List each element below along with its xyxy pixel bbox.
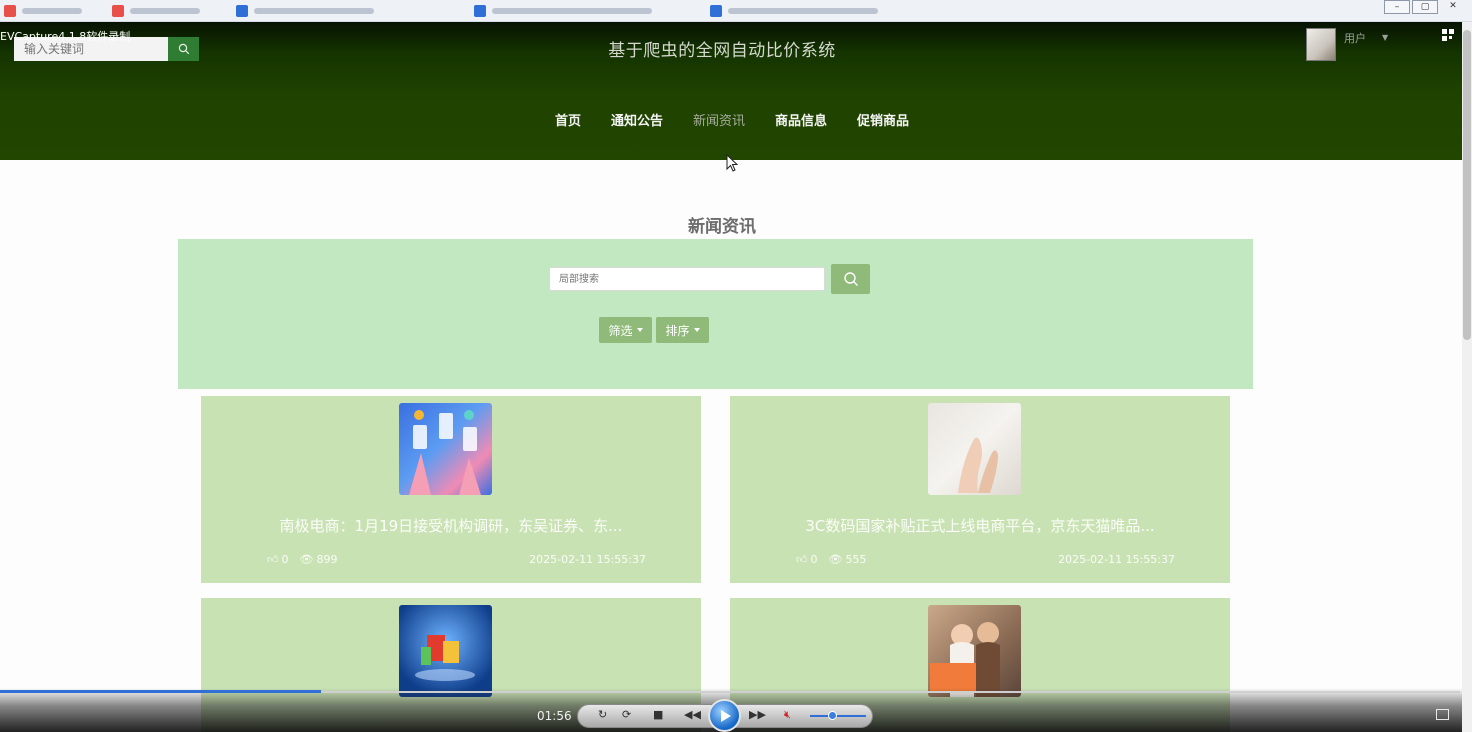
couple-shopping-image [928, 605, 1021, 697]
minimize-button[interactable]: – [1384, 0, 1410, 14]
views-count: 555 [845, 553, 867, 566]
user-menu-label[interactable]: 用户 [1344, 30, 1366, 46]
play-button[interactable] [708, 699, 741, 732]
thumbs-up-icon[interactable]: 👍︎ [267, 553, 279, 566]
thumbs-up-icon[interactable]: 👍︎ [796, 553, 808, 566]
card-date: 2025-02-11 15:55:37 [529, 553, 646, 566]
local-search-input[interactable] [549, 267, 825, 291]
filter-label: 筛选 [608, 323, 633, 338]
phones-hands-image [399, 403, 492, 495]
os-taskbar-strip: – ▢ ✕ [0, 0, 1472, 22]
os-tab-doc-1[interactable] [112, 4, 200, 18]
os-tab-doc-4[interactable] [710, 4, 878, 18]
nav-promotions[interactable]: 促销商品 [857, 110, 909, 129]
likes-count: 0 [810, 553, 818, 566]
grid-menu-icon[interactable] [1442, 29, 1454, 41]
filter-dropdown-button[interactable]: 筛选 [599, 317, 652, 343]
news-card[interactable]: 3C数码国家补贴正式上线电商平台，京东天猫唯品... 👍︎ 0 👁︎ 555 202… [730, 396, 1230, 583]
repeat-icon[interactable]: ⟳ [622, 708, 631, 721]
search-icon [843, 272, 858, 286]
news-card[interactable]: 南极电商：1月19日接受机构调研，东吴证券、东... 👍︎ 0 👁︎ 899 202… [201, 396, 701, 583]
search-panel [178, 239, 1253, 389]
nav-notices[interactable]: 通知公告 [611, 110, 663, 129]
fast-forward-icon[interactable]: ▶▶ [749, 708, 766, 721]
likes-count: 0 [281, 553, 289, 566]
nav-products[interactable]: 商品信息 [775, 110, 827, 129]
stop-icon[interactable]: ■ [653, 708, 663, 721]
local-search-button[interactable] [831, 264, 870, 294]
chevron-down-icon[interactable]: ▼ [1382, 33, 1388, 42]
site-title: 基于爬虫的全网自动比价系统 [608, 41, 836, 61]
sort-dropdown-button[interactable]: 排序 [656, 317, 709, 343]
card-stats: 👍︎ 0 👁︎ 899 [267, 553, 337, 566]
main-nav: 首页 通知公告 新闻资讯 商品信息 促销商品 [0, 110, 1444, 129]
playback-progress-fill [0, 690, 322, 693]
nav-home[interactable]: 首页 [555, 110, 581, 129]
rewind-icon[interactable]: ◀◀ [684, 708, 701, 721]
eye-icon: 👁︎ [299, 553, 314, 566]
card-title[interactable]: 南极电商：1月19日接受机构调研，东吴证券、东... [201, 515, 701, 536]
maximize-button[interactable]: ▢ [1412, 0, 1438, 14]
os-tab-wps[interactable] [4, 4, 82, 18]
playback-time: 01:56 [537, 709, 572, 723]
play-icon [720, 709, 731, 722]
user-avatar[interactable] [1306, 28, 1336, 61]
shopping-bags-image [399, 605, 492, 697]
fullscreen-icon[interactable] [1436, 709, 1449, 720]
volume-slider[interactable] [810, 715, 866, 717]
caret-down-icon [693, 328, 700, 332]
hand-gesture-image [928, 403, 1021, 495]
os-tab-doc-3[interactable] [474, 4, 652, 18]
card-date: 2025-02-11 15:55:37 [1058, 553, 1175, 566]
nav-news[interactable]: 新闻资讯 [693, 110, 745, 129]
card-stats: 👍︎ 0 👁︎ 555 [796, 553, 866, 566]
views-count: 899 [316, 553, 338, 566]
loop-icon[interactable]: ↻ [598, 708, 607, 721]
caret-down-icon [636, 328, 643, 332]
window-controls: – ▢ ✕ [1384, 0, 1466, 14]
mute-icon[interactable]: 🔇︎ [784, 708, 791, 722]
eye-icon: 👁︎ [828, 553, 843, 566]
scrollbar-thumb[interactable] [1463, 30, 1471, 340]
sort-label: 排序 [665, 323, 690, 338]
card-title[interactable]: 3C数码国家补贴正式上线电商平台，京东天猫唯品... [730, 515, 1230, 536]
os-tab-doc-2[interactable] [236, 4, 374, 18]
section-title: 新闻资讯 [688, 217, 756, 237]
close-button[interactable]: ✕ [1440, 0, 1466, 14]
mouse-cursor-icon [726, 154, 738, 172]
